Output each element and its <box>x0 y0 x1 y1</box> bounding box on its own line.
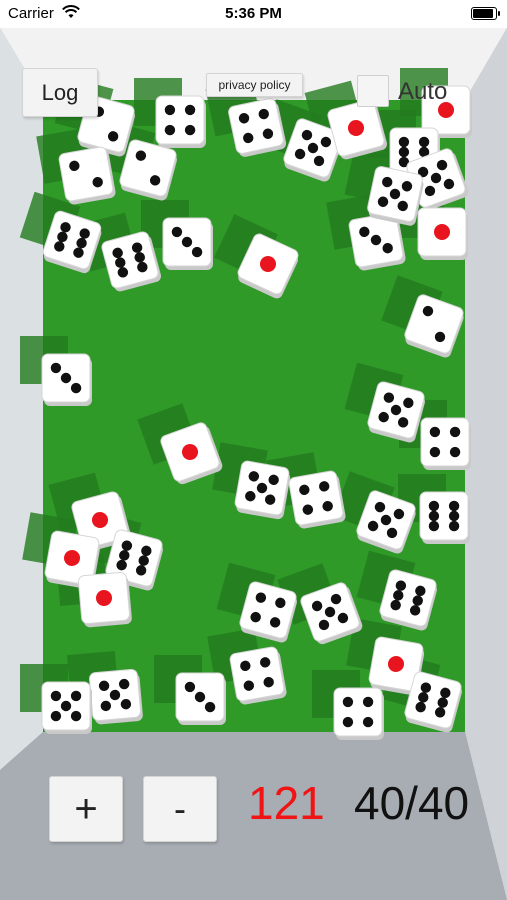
die-pip <box>194 691 206 703</box>
die-pip <box>60 372 72 384</box>
die <box>367 166 424 226</box>
privacy-policy-button[interactable]: privacy policy <box>206 73 303 97</box>
die-pip <box>342 696 354 708</box>
die-pip <box>184 104 196 116</box>
die-pip <box>448 500 460 512</box>
die-pip <box>191 246 203 258</box>
status-bar: Carrier 5:36 PM <box>0 0 507 28</box>
die-pip <box>50 690 62 702</box>
die-face <box>229 646 285 702</box>
die-pip <box>50 710 62 722</box>
die <box>228 98 287 157</box>
die-pip <box>418 136 430 148</box>
die <box>229 646 287 705</box>
die-pip <box>448 520 460 532</box>
die <box>234 460 291 520</box>
die-pip <box>70 710 82 722</box>
die <box>288 470 346 529</box>
auto-label: Auto <box>398 78 448 105</box>
die <box>88 668 143 725</box>
die-pip <box>428 500 440 512</box>
die-pip <box>428 510 440 522</box>
die-pip <box>362 716 374 728</box>
die-pip <box>181 236 193 248</box>
die-face <box>288 470 344 526</box>
die-face <box>228 98 284 154</box>
die <box>417 207 468 260</box>
die-face <box>420 417 470 467</box>
dice-count: 40/40 <box>354 777 470 829</box>
clock: 5:36 PM <box>225 5 282 22</box>
die-face <box>58 146 114 202</box>
die-pip <box>70 382 82 394</box>
die-face <box>419 491 469 541</box>
die-pip <box>164 124 176 136</box>
die-pip <box>434 224 450 240</box>
die-pip <box>70 690 82 702</box>
dice-sum: 121 <box>248 777 325 829</box>
die-face <box>333 687 383 737</box>
battery-icon <box>471 7 500 20</box>
die-pip <box>164 104 176 116</box>
die-pip <box>362 696 374 708</box>
die-pip <box>50 362 62 374</box>
die-pip <box>398 136 410 148</box>
die-pip <box>398 146 410 158</box>
die-face <box>155 95 205 145</box>
left-wall <box>0 28 43 770</box>
auto-checkbox[interactable] <box>357 75 389 107</box>
die <box>162 217 213 270</box>
die-pip <box>429 446 441 458</box>
die <box>77 571 132 628</box>
die-pip <box>184 124 196 136</box>
die-pip <box>171 226 183 238</box>
die-pip <box>204 701 216 713</box>
dice-table-svg <box>0 28 507 900</box>
remove-die-button[interactable]: - <box>143 776 217 842</box>
die <box>175 672 226 725</box>
die <box>41 681 92 734</box>
die <box>155 95 206 148</box>
add-die-button[interactable]: + <box>49 776 123 842</box>
die <box>420 417 471 470</box>
die <box>333 687 384 740</box>
die-pip <box>60 700 72 712</box>
die-pip <box>449 446 461 458</box>
die-pip <box>184 681 196 693</box>
die-pip <box>449 426 461 438</box>
die-pip <box>429 426 441 438</box>
die <box>58 146 116 205</box>
die-pip <box>428 520 440 532</box>
dice-scene[interactable]: Log privacy policy Auto + - 121 40/40 <box>0 28 507 900</box>
log-button[interactable]: Log <box>22 68 98 117</box>
die <box>41 353 92 406</box>
die-pip <box>342 716 354 728</box>
die-pip <box>448 510 460 522</box>
die <box>419 491 470 544</box>
